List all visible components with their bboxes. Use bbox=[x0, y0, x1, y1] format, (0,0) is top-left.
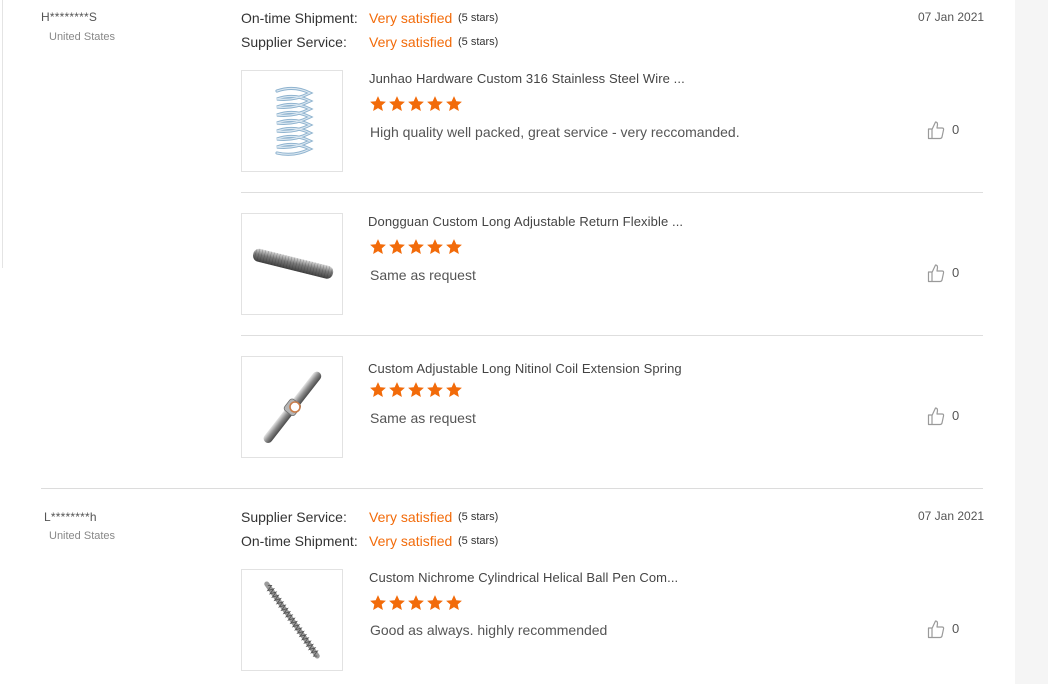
like-count: 0 bbox=[952, 621, 960, 636]
product-title-link[interactable]: Dongguan Custom Long Adjustable Return F… bbox=[368, 214, 683, 229]
product-thumbnail[interactable] bbox=[241, 569, 343, 671]
review-date: 07 Jan 2021 bbox=[918, 509, 985, 523]
product-star-rating bbox=[369, 594, 464, 614]
rating-stars-text: (5 stars) bbox=[458, 511, 499, 523]
thumbs-up-icon bbox=[927, 407, 945, 426]
thumbs-up-icon bbox=[927, 121, 945, 140]
rating-value: Very satisfied bbox=[369, 509, 453, 525]
star-icon bbox=[370, 239, 386, 254]
star-icon bbox=[446, 239, 462, 254]
star-icon bbox=[446, 382, 462, 397]
rating-label: Supplier Service: bbox=[241, 34, 347, 50]
star-icon bbox=[408, 96, 424, 111]
product-title-link[interactable]: Junhao Hardware Custom 316 Stainless Ste… bbox=[369, 71, 685, 86]
extension-spring-icon bbox=[253, 248, 334, 279]
review-product-item: Junhao Hardware Custom 316 Stainless Ste… bbox=[241, 70, 983, 172]
like-count: 0 bbox=[952, 122, 960, 137]
rating-value: Very satisfied bbox=[369, 10, 453, 26]
star-icon bbox=[427, 96, 443, 111]
star-icon bbox=[427, 239, 443, 254]
star-icon bbox=[427, 382, 443, 397]
rating-stars-text: (5 stars) bbox=[458, 36, 499, 48]
product-title-link[interactable]: Custom Nichrome Cylindrical Helical Ball… bbox=[369, 570, 678, 585]
rating-stars-text: (5 stars) bbox=[458, 535, 499, 547]
rating-label: Supplier Service: bbox=[241, 509, 347, 525]
star-icon bbox=[389, 239, 405, 254]
buyer-country: United States bbox=[49, 530, 116, 542]
star-icon bbox=[446, 96, 462, 111]
product-thumbnail[interactable] bbox=[241, 213, 343, 315]
buyer-name: L********h bbox=[44, 510, 97, 524]
review-date: 07 Jan 2021 bbox=[918, 10, 985, 24]
like-count: 0 bbox=[952, 265, 960, 280]
review-comment: Same as request bbox=[370, 410, 476, 426]
product-star-rating bbox=[369, 381, 464, 401]
nitinol-spring-icon bbox=[263, 371, 322, 443]
product-title-link[interactable]: Custom Adjustable Long Nitinol Coil Exte… bbox=[368, 361, 682, 376]
review-comment: Same as request bbox=[370, 267, 476, 283]
star-icon bbox=[370, 382, 386, 397]
star-icon bbox=[370, 595, 386, 610]
rating-label: On-time Shipment: bbox=[241, 10, 358, 26]
rating-value: Very satisfied bbox=[369, 34, 453, 50]
review-product-item: Custom Adjustable Long Nitinol Coil Exte… bbox=[241, 356, 983, 458]
star-icon bbox=[389, 382, 405, 397]
star-icon bbox=[389, 595, 405, 610]
product-star-rating bbox=[369, 95, 464, 115]
review-product-item: Dongguan Custom Long Adjustable Return F… bbox=[241, 213, 983, 315]
star-icon bbox=[427, 595, 443, 610]
review-product-item: Custom Nichrome Cylindrical Helical Ball… bbox=[241, 569, 983, 671]
product-star-rating bbox=[369, 238, 464, 258]
star-icon bbox=[408, 382, 424, 397]
review-comment: High quality well packed, great service … bbox=[370, 124, 740, 140]
product-divider bbox=[241, 192, 983, 193]
rating-label: On-time Shipment: bbox=[241, 533, 358, 549]
product-thumbnail[interactable] bbox=[241, 70, 343, 172]
star-icon bbox=[408, 239, 424, 254]
buyer-country: United States bbox=[49, 31, 116, 43]
star-icon bbox=[446, 595, 462, 610]
rating-stars-text: (5 stars) bbox=[458, 12, 499, 24]
page-right-gutter bbox=[1015, 0, 1048, 684]
thumbs-up-icon bbox=[927, 620, 945, 639]
product-thumbnail[interactable] bbox=[241, 356, 343, 458]
review-comment: Good as always. highly recommended bbox=[370, 622, 608, 638]
star-icon bbox=[408, 595, 424, 610]
star-icon bbox=[370, 96, 386, 111]
compression-spring-icon bbox=[275, 86, 314, 156]
pen-spring-icon bbox=[264, 581, 320, 659]
thumbs-up-icon bbox=[927, 264, 945, 283]
product-divider bbox=[241, 335, 983, 336]
rating-value: Very satisfied bbox=[369, 533, 453, 549]
like-count: 0 bbox=[952, 408, 960, 423]
star-icon bbox=[389, 96, 405, 111]
review-divider bbox=[41, 488, 983, 489]
left-border-line bbox=[2, 0, 3, 268]
buyer-name: H********S bbox=[41, 10, 98, 24]
